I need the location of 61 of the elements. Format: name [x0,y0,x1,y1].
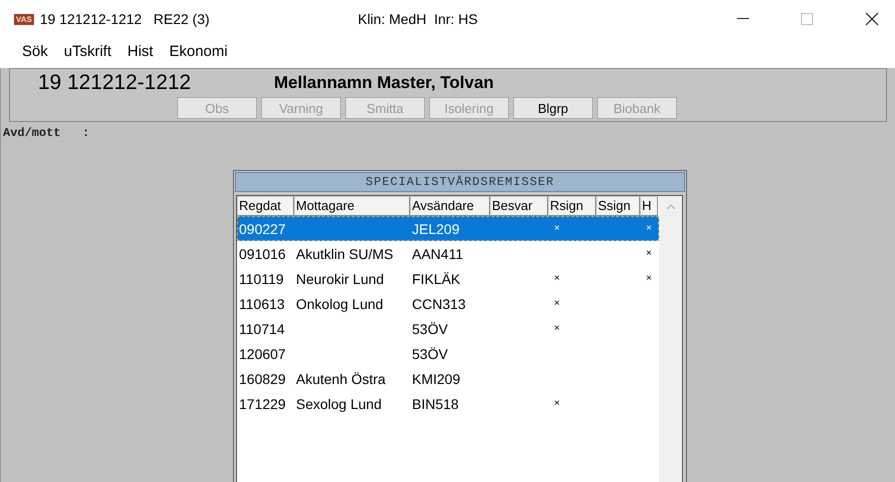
maximize-icon[interactable] [801,13,813,25]
table-cell: 120607 [239,346,286,362]
list-row[interactable]: 091016 Akutklin SU/MS AAN411 × [237,241,659,266]
minimize-icon[interactable] [737,18,749,20]
toolbar-button[interactable]: Blgrp [513,97,593,119]
window-title: 19 121212-1212 RE22 (3) [40,11,211,27]
table-cell: AAN411 [412,246,464,262]
table-cell: Akutklin SU/MS [296,246,394,262]
list-row[interactable]: 110714 53ÖV × [237,316,659,341]
menu-item[interactable]: Sök [22,42,48,60]
table-cell: CCN313 [412,296,466,312]
menu-item[interactable]: Hist [127,42,154,60]
table-cell: 090227 [239,220,286,236]
table-cell: 160829 [239,370,286,386]
table-cell: × [554,223,560,234]
list-row[interactable]: 090227 JEL209 × × [237,216,659,241]
list-row[interactable]: 160829 Akutenh Östra KMI209 [237,366,659,391]
table-cell: 53ÖV [412,346,448,362]
dialog-title: SPECIALISTVÅRDSREMISSER [235,172,685,192]
table-cell: Akutenh Östra [296,370,386,386]
table-cell: FIKLÄK [412,270,460,286]
table-cell: 53ÖV [412,320,448,336]
list-row[interactable]: 171229 Sexolog Lund BIN518 × [237,391,659,416]
scroll-up-icon[interactable] [666,204,676,210]
table-cell: Sexolog Lund [296,396,382,412]
column-header[interactable]: Rsign [548,196,596,216]
table-cell: Neurokir Lund [296,270,384,286]
table-cell: × [554,298,560,309]
table-cell: × [646,273,652,284]
table-cell: 091016 [239,246,286,262]
column-header[interactable]: Ssign [596,196,640,216]
column-header[interactable]: H [640,196,658,216]
table-cell: 171229 [239,396,286,412]
field-label: Avd/mott : [3,126,90,140]
close-icon[interactable] [865,12,879,26]
menu-item[interactable]: uTskrift [64,42,112,60]
patient-name: Mellannamn Master, Tolvan [274,73,494,93]
app-logo: VAS [14,14,34,24]
list-row[interactable]: 120607 53ÖV [237,341,659,366]
column-header[interactable]: Mottagare [294,196,410,216]
table-cell: × [646,248,652,259]
column-header[interactable]: Besvar [490,196,548,216]
clinic-info: Klin: MedH Inr: HS [358,11,478,27]
list-row[interactable]: 110613 Onkolog Lund CCN313 × [237,291,659,316]
table-cell: KMI209 [412,370,460,386]
column-header[interactable]: Regdat [237,196,294,216]
table-cell: 110714 [239,320,285,336]
table-cell: JEL209 [412,220,460,236]
patient-id: 19 121212-1212 [38,71,192,95]
table-cell: Onkolog Lund [296,296,384,312]
table-cell: BIN518 [412,396,459,412]
list-row[interactable]: 110119 Neurokir Lund FIKLÄK × × [237,266,659,291]
table-cell: 110613 [239,296,285,312]
column-header[interactable]: Avsändare [410,196,490,216]
table-cell: × [554,323,560,334]
table-cell: × [554,273,560,284]
scrollbar[interactable] [659,196,682,482]
menu-item[interactable]: Ekonomi [169,42,228,60]
table-cell: 110119 [239,270,284,286]
table-cell: × [646,223,652,234]
table-cell: × [554,398,560,409]
